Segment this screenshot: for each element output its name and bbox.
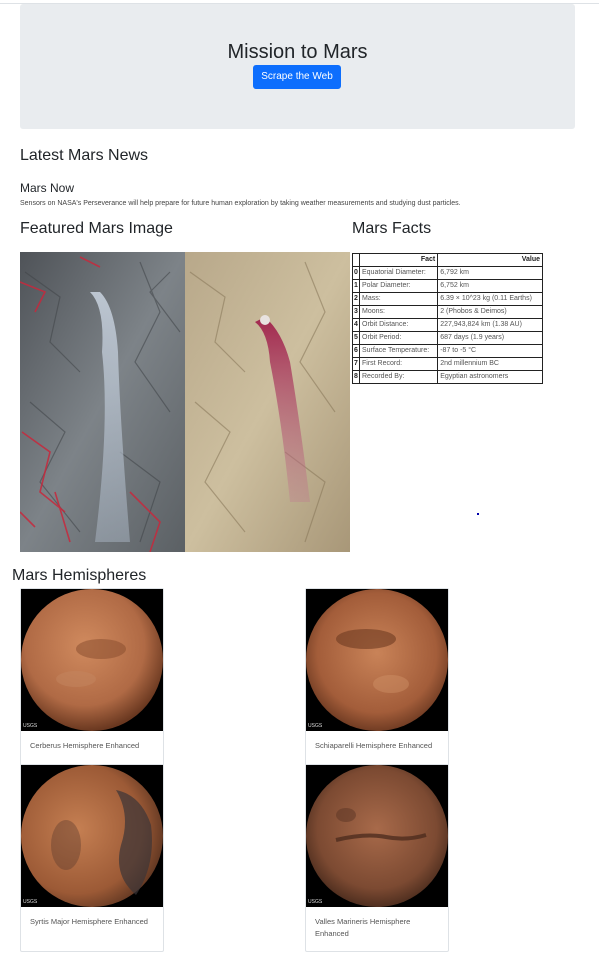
hemisphere-image-syrtis-major[interactable]: USGS	[21, 765, 163, 907]
hemisphere-card-valles-marineris[interactable]: USGS Valles Marineris Hemisphere Enhance…	[305, 764, 449, 952]
row-index: 7	[352, 357, 360, 371]
usgs-logo: USGS	[23, 899, 38, 905]
table-row: 6 Surface Temperature: -87 to -5 °C	[352, 344, 543, 358]
fact-cell: Surface Temperature:	[358, 344, 439, 358]
row-index: 8	[352, 370, 360, 384]
row-index: 2	[352, 292, 360, 306]
facts-header-row: Fact Value	[352, 253, 543, 267]
row-index: 1	[352, 279, 360, 293]
hemisphere-image-schiaparelli[interactable]: USGS	[306, 589, 448, 731]
usgs-logo: USGS	[308, 899, 323, 905]
hemisphere-caption[interactable]: Valles Marineris Hemisphere Enhanced	[306, 907, 448, 951]
table-row: 2 Mass: 6.39 × 10^23 kg (0.11 Earths)	[352, 292, 543, 306]
news-headline: Mars Now	[20, 181, 75, 195]
fact-cell: Orbit Period:	[358, 331, 439, 345]
fact-cell: First Record:	[358, 357, 439, 371]
table-row: 3 Moons: 2 (Phobos & Deimos)	[352, 305, 543, 319]
facts-index-header	[352, 253, 360, 267]
news-paragraph: Sensors on NASA's Perseverance will help…	[20, 200, 461, 207]
row-index: 3	[352, 305, 360, 319]
value-cell: 2nd millennium BC	[437, 357, 543, 371]
mars-facts-table: Fact Value 0 Equatorial Diameter: 6,792 km…	[352, 253, 543, 384]
facts-value-header: Value	[437, 253, 543, 267]
table-row: 7 First Record: 2nd millennium BC	[352, 357, 543, 371]
fact-cell: Mass:	[358, 292, 439, 306]
row-index: 5	[352, 331, 360, 345]
featured-section-title: Featured Mars Image	[20, 220, 173, 237]
hemisphere-image-valles-marineris[interactable]: USGS	[306, 765, 448, 907]
hemisphere-caption[interactable]: Cerberus Hemisphere Enhanced	[21, 731, 163, 765]
fact-cell: Orbit Distance:	[358, 318, 439, 332]
hemisphere-card-syrtis-major[interactable]: USGS Syrtis Major Hemisphere Enhanced	[20, 764, 164, 952]
header-jumbotron: Mission to Mars Scrape the Web	[20, 4, 575, 129]
news-section-title: Latest Mars News	[20, 147, 149, 164]
table-row: 0 Equatorial Diameter: 6,792 km	[352, 266, 543, 280]
value-cell: 6,792 km	[437, 266, 543, 280]
table-row: 8 Recorded By: Egyptian astronomers	[352, 370, 543, 384]
table-row: 1 Polar Diameter: 6,752 km	[352, 279, 543, 293]
fact-cell: Polar Diameter:	[358, 279, 439, 293]
row-index: 6	[352, 344, 360, 358]
hemisphere-card-schiaparelli[interactable]: USGS Schiaparelli Hemisphere Enhanced	[305, 588, 449, 766]
usgs-logo: USGS	[23, 723, 38, 729]
page-title: Mission to Mars	[227, 41, 368, 63]
hemisphere-caption[interactable]: Schiaparelli Hemisphere Enhanced	[306, 731, 448, 765]
table-row: 5 Orbit Period: 687 days (1.9 years)	[352, 331, 543, 345]
scrape-button[interactable]: Scrape the Web	[253, 65, 341, 89]
hemisphere-card-cerberus[interactable]: USGS Cerberus Hemisphere Enhanced	[20, 588, 164, 766]
value-cell: -87 to -5 °C	[437, 344, 543, 358]
facts-fact-header: Fact	[358, 253, 439, 267]
row-index: 0	[352, 266, 360, 280]
value-cell: Egyptian astronomers	[437, 370, 543, 384]
stray-dot	[477, 513, 479, 515]
value-cell: 227,943,824 km (1.38 AU)	[437, 318, 543, 332]
table-row: 4 Orbit Distance: 227,943,824 km (1.38 AU)	[352, 318, 543, 332]
hemispheres-section-title: Mars Hemispheres	[12, 567, 147, 584]
facts-section-title: Mars Facts	[352, 220, 432, 237]
value-cell: 687 days (1.9 years)	[437, 331, 543, 345]
row-index: 4	[352, 318, 360, 332]
hemisphere-image-cerberus[interactable]: USGS	[21, 589, 163, 731]
value-cell: 6,752 km	[437, 279, 543, 293]
fact-cell: Recorded By:	[358, 370, 439, 384]
featured-image	[20, 252, 350, 552]
value-cell: 2 (Phobos & Deimos)	[437, 305, 543, 319]
value-cell: 6.39 × 10^23 kg (0.11 Earths)	[437, 292, 543, 306]
usgs-logo: USGS	[308, 723, 323, 729]
hemisphere-caption[interactable]: Syrtis Major Hemisphere Enhanced	[21, 907, 163, 951]
fact-cell: Moons:	[358, 305, 439, 319]
fact-cell: Equatorial Diameter:	[358, 266, 439, 280]
